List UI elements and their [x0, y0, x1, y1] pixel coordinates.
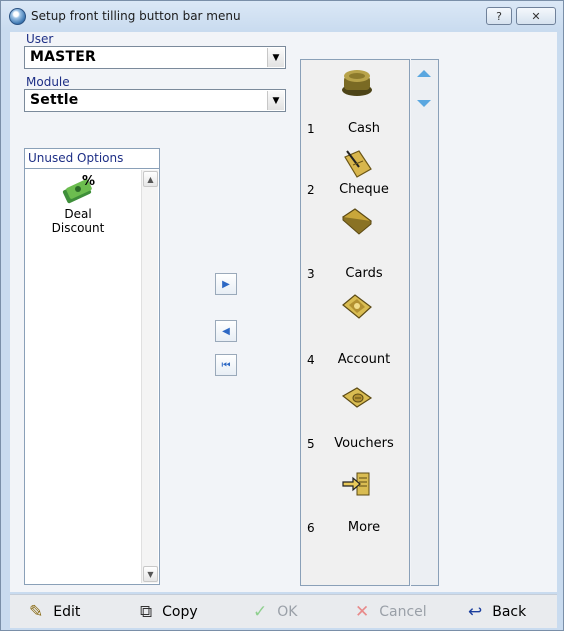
bottom-toolbar: ✎ Edit ⧉ Copy ✓ OK ✕ Cancel ↩ Back: [10, 594, 557, 628]
bar-item-vouchers[interactable]: 5 Vouchers: [301, 387, 411, 475]
bar-item-label: More: [347, 520, 381, 535]
bar-item-label: Cash: [347, 121, 381, 136]
user-dropdown-icon[interactable]: ▼: [267, 48, 284, 67]
bar-item-number: 2: [307, 183, 315, 197]
vouchers-icon: [341, 387, 373, 408]
user-select[interactable]: MASTER ▼: [24, 46, 286, 69]
user-value: MASTER: [30, 49, 96, 65]
module-value: Settle: [30, 92, 79, 108]
setup-window: Setup front tilling button bar menu ? ✕ …: [0, 0, 564, 631]
copy-button[interactable]: ⧉ Copy: [140, 595, 198, 629]
cancel-button[interactable]: ✕ Cancel: [355, 595, 427, 629]
bar-item-label: Cards: [345, 266, 383, 281]
module-dropdown-icon[interactable]: ▼: [267, 91, 284, 110]
bar-scroll-panel: [411, 59, 439, 586]
copy-icon: ⧉: [140, 602, 153, 622]
cash-icon: [342, 70, 372, 96]
edit-label: Edit: [53, 604, 81, 620]
cheque-icon: [344, 150, 372, 178]
unused-options-list[interactable]: % Deal Discount ▲ ▼: [24, 168, 160, 585]
help-button[interactable]: ?: [486, 7, 512, 25]
user-label: User: [26, 32, 54, 46]
bar-item-number: 5: [307, 437, 315, 451]
unused-item-line1: Deal: [64, 207, 92, 221]
module-label: Module: [26, 75, 70, 89]
unused-options-header: Unused Options: [24, 148, 160, 168]
bar-item-number: 3: [307, 267, 315, 281]
bar-item-more[interactable]: 6 More: [301, 472, 411, 558]
deal-discount-icon: %: [62, 174, 95, 204]
x-icon: ✕: [355, 602, 370, 622]
unused-item-line2: Discount: [51, 221, 105, 235]
pencil-icon: ✎: [29, 602, 44, 622]
move-left-button[interactable]: ◀: [215, 320, 237, 342]
back-button[interactable]: ↩ Back: [468, 595, 526, 629]
ok-button[interactable]: ✓ OK: [253, 595, 297, 629]
bar-item-number: 1: [307, 122, 315, 136]
back-label: Back: [492, 604, 527, 620]
move-right-button[interactable]: ▶: [215, 273, 237, 295]
arrow-right-icon: ▶: [222, 278, 230, 290]
more-icon: [342, 472, 370, 496]
app-icon: [9, 8, 26, 25]
check-icon: ✓: [253, 602, 268, 622]
bar-item-number: 4: [307, 353, 315, 367]
scroll-up-icon[interactable]: ▲: [143, 171, 158, 187]
back-icon: ↩: [468, 602, 483, 622]
scroll-up-icon[interactable]: [417, 70, 431, 77]
arrow-first-icon: ⏮: [221, 359, 231, 371]
bar-item-label: Vouchers: [334, 436, 394, 451]
button-bar-list[interactable]: 1 Cash 2 Cheque 3 Cards 4 Account 5 Vouc…: [300, 59, 410, 586]
scroll-down-icon[interactable]: [417, 100, 431, 107]
edit-button[interactable]: ✎ Edit: [29, 595, 80, 629]
bar-item-label: Account: [337, 352, 391, 367]
client-area: User MASTER ▼ Module Settle ▼ Unused Opt…: [10, 32, 557, 592]
ok-label: OK: [277, 604, 298, 620]
close-button[interactable]: ✕: [516, 7, 556, 25]
svg-text:%: %: [82, 174, 95, 189]
title-bar: Setup front tilling button bar menu ? ✕: [1, 1, 563, 31]
move-first-button[interactable]: ⏮: [215, 354, 237, 376]
unused-item-deal-discount[interactable]: % Deal Discount: [41, 173, 115, 235]
cancel-label: Cancel: [379, 604, 427, 620]
scroll-down-icon[interactable]: ▼: [143, 566, 158, 582]
copy-label: Copy: [162, 604, 198, 620]
cards-icon: [342, 208, 372, 235]
bar-item-number: 6: [307, 521, 315, 535]
unused-scrollbar[interactable]: ▲ ▼: [141, 170, 158, 583]
bar-item-label: Cheque: [339, 182, 389, 197]
bar-item-cash[interactable]: 1 Cash: [301, 60, 411, 143]
module-select[interactable]: Settle ▼: [24, 89, 286, 112]
window-title: Setup front tilling button bar menu: [31, 9, 241, 23]
account-icon: [342, 294, 372, 319]
arrow-left-icon: ◀: [222, 325, 230, 337]
